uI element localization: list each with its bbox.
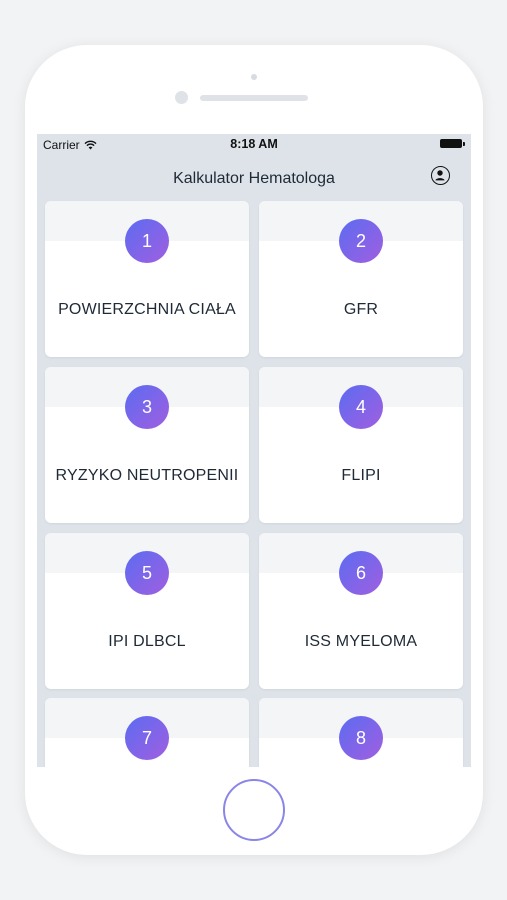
card-number-badge: 5 [125,551,169,595]
calculator-card-2[interactable]: 2 GFR [259,201,463,357]
card-number-badge: 6 [339,551,383,595]
calculator-card-3[interactable]: 3 RYZYKO NEUTROPENII [45,367,249,523]
calculator-grid: 1 POWIERZCHNIA CIAŁA 2 GFR 3 RYZYKO NEUT… [37,134,471,767]
card-number-badge: 3 [125,385,169,429]
card-title: GFR [343,301,379,318]
sensor-dot [251,74,257,80]
card-number-badge: 8 [339,716,383,760]
calculator-card-8[interactable]: 8 [259,698,463,767]
card-number-badge: 7 [125,716,169,760]
card-number-badge: 4 [339,385,383,429]
card-title: IPI DLBCL [108,633,186,650]
calculator-card-7[interactable]: 7 [45,698,249,767]
calculator-card-4[interactable]: 4 FLIPI [259,367,463,523]
home-button[interactable] [223,779,285,841]
calculator-card-1[interactable]: 1 POWIERZCHNIA CIAŁA [45,201,249,357]
calculator-card-6[interactable]: 6 ISS MYELOMA [259,533,463,689]
card-number-badge: 2 [339,219,383,263]
card-number-badge: 1 [125,219,169,263]
card-title: RYZYKO NEUTROPENII [55,467,239,484]
calculator-card-5[interactable]: 5 IPI DLBCL [45,533,249,689]
card-title: FLIPI [341,467,381,484]
earpiece-speaker [200,95,308,101]
app-screen: Carrier 8:18 AM Kalkulator Hematologa 1 … [37,134,471,767]
front-camera [175,91,188,104]
card-title: ISS MYELOMA [304,633,418,650]
card-title: POWIERZCHNIA CIAŁA [58,301,236,318]
